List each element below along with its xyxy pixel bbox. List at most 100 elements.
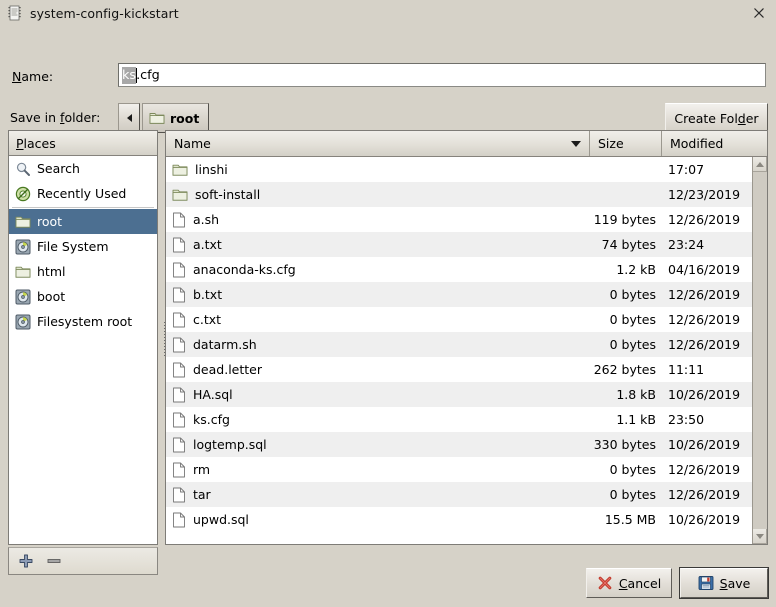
folder-icon — [149, 111, 165, 125]
file-size-cell: 1.2 kB — [616, 262, 656, 277]
file-row[interactable]: dead.letter 262 bytes 11:11 — [166, 357, 752, 382]
column-header-size[interactable]: Size — [590, 131, 662, 156]
file-icon — [172, 287, 186, 303]
file-name-cell: upwd.sql — [166, 512, 590, 528]
file-icon — [172, 487, 186, 503]
save-button[interactable]: Save — [680, 568, 768, 598]
file-row[interactable]: rm 0 bytes 12/26/2019 — [166, 457, 752, 482]
file-modified-cell: 17:07 — [668, 162, 705, 177]
file-name-cell: tar — [166, 487, 590, 503]
file-name-label: a.sh — [193, 212, 220, 227]
breadcrumb-item-root[interactable]: root — [142, 103, 210, 133]
file-row[interactable]: logtemp.sql 330 bytes 10/26/2019 — [166, 432, 752, 457]
file-name-cell: linshi — [166, 162, 590, 177]
file-modified-cell: 12/26/2019 — [668, 312, 741, 327]
create-folder-button[interactable]: Create Folder — [665, 103, 768, 133]
file-name-cell: rm — [166, 462, 590, 478]
save-file-dialog: system-config-kickstart Name: ks .cfg Sav… — [0, 0, 776, 607]
column-header-name[interactable]: Name — [166, 131, 590, 156]
file-name-label: c.txt — [193, 312, 222, 327]
places-item-boot[interactable]: boot — [9, 284, 157, 309]
places-item-recently-used[interactable]: Recently Used — [9, 181, 157, 206]
sort-descending-icon — [571, 140, 581, 147]
file-modified-cell: 12/26/2019 — [668, 487, 741, 502]
file-modified-cell: 11:11 — [668, 362, 705, 377]
file-row[interactable]: soft-install 12/23/2019 — [166, 182, 752, 207]
file-row[interactable]: linshi 17:07 — [166, 157, 752, 182]
file-modified-cell: 23:50 — [668, 412, 705, 427]
file-row[interactable]: HA.sql 1.8 kB 10/26/2019 — [166, 382, 752, 407]
file-list-panel: Name Size Modified linshi 17:07 soft-insta… — [165, 130, 768, 545]
file-modified-cell: 23:24 — [668, 237, 705, 252]
file-name-label: dead.letter — [193, 362, 262, 377]
file-icon — [172, 212, 186, 228]
column-header-modified[interactable]: Modified — [662, 131, 750, 156]
file-size-cell: 0 bytes — [609, 462, 656, 477]
file-row[interactable]: a.txt 74 bytes 23:24 — [166, 232, 752, 257]
places-item-label: File System — [37, 239, 109, 254]
file-name-label: tar — [193, 487, 211, 502]
places-item-label: root — [37, 214, 63, 229]
places-list: Search Recently Used root File System html bo… — [9, 156, 157, 544]
file-modified-cell: 10/26/2019 — [668, 387, 741, 402]
places-item-filesystem-root[interactable]: Filesystem root — [9, 309, 157, 334]
create-folder-label: Create Folder — [674, 110, 759, 126]
file-name-label: b.txt — [193, 287, 223, 302]
file-size-cell: 330 bytes — [593, 437, 656, 452]
file-row[interactable]: b.txt 0 bytes 12/26/2019 — [166, 282, 752, 307]
file-row[interactable]: a.sh 119 bytes 12/26/2019 — [166, 207, 752, 232]
file-row[interactable]: anaconda-ks.cfg 1.2 kB 04/16/2019 — [166, 257, 752, 282]
drive-icon — [15, 289, 31, 305]
close-icon[interactable] — [750, 4, 768, 22]
file-row[interactable]: ks.cfg 1.1 kB 23:50 — [166, 407, 752, 432]
file-name-label: rm — [193, 462, 211, 477]
places-item-label: boot — [37, 289, 66, 304]
file-name-cell: logtemp.sql — [166, 437, 590, 453]
file-icon — [172, 512, 186, 528]
window-title: system-config-kickstart — [30, 5, 179, 21]
file-name-cell: HA.sql — [166, 387, 590, 403]
places-item-root[interactable]: root — [9, 209, 157, 234]
scroll-up-button[interactable] — [753, 157, 767, 172]
folder-icon — [15, 215, 31, 229]
file-name-cell: soft-install — [166, 187, 590, 202]
arrow-up-icon — [755, 161, 764, 167]
filename-selected-text: ks — [122, 66, 137, 84]
breadcrumb-back-button[interactable] — [118, 103, 140, 133]
file-size-cell: 0 bytes — [609, 287, 656, 302]
floppy-save-icon — [698, 575, 714, 591]
places-item-search[interactable]: Search — [9, 156, 157, 181]
file-icon — [172, 362, 186, 378]
browser-panes: Places Search Recently Used root File Syste… — [8, 130, 768, 575]
file-modified-cell: 12/26/2019 — [668, 212, 741, 227]
file-row[interactable]: upwd.sql 15.5 MB 10/26/2019 — [166, 507, 752, 532]
dialog-form-area: Name: ks .cfg Save in folder: root Create… — [0, 26, 776, 133]
file-icon — [172, 262, 186, 278]
column-header-name-label: Name — [174, 136, 211, 151]
column-header-modified-label: Modified — [670, 136, 724, 151]
file-row[interactable]: tar 0 bytes 12/26/2019 — [166, 482, 752, 507]
scrollbar-track[interactable] — [753, 172, 767, 529]
file-size-cell: 0 bytes — [609, 312, 656, 327]
file-size-cell: 74 bytes — [601, 237, 656, 252]
file-modified-cell: 10/26/2019 — [668, 512, 741, 527]
folder-icon — [172, 163, 188, 177]
file-icon — [172, 337, 186, 353]
filename-input[interactable]: ks .cfg — [118, 63, 766, 87]
folder-icon — [172, 188, 188, 202]
file-name-cell: a.sh — [166, 212, 590, 228]
drive-icon — [15, 314, 31, 330]
places-item-html[interactable]: html — [9, 259, 157, 284]
places-item-label: Recently Used — [37, 186, 127, 201]
places-header[interactable]: Places — [9, 131, 157, 156]
file-row[interactable]: c.txt 0 bytes 12/26/2019 — [166, 307, 752, 332]
file-name-label: datarm.sh — [193, 337, 257, 352]
cancel-button[interactable]: Cancel — [586, 568, 672, 598]
file-name-cell: anaconda-ks.cfg — [166, 262, 590, 278]
file-row[interactable]: datarm.sh 0 bytes 12/26/2019 — [166, 332, 752, 357]
file-list-header: Name Size Modified — [166, 131, 767, 157]
places-item-file-system[interactable]: File System — [9, 234, 157, 259]
scroll-down-button[interactable] — [753, 529, 767, 544]
chevron-left-icon — [126, 114, 132, 122]
file-list-scrollbar[interactable] — [752, 157, 767, 544]
